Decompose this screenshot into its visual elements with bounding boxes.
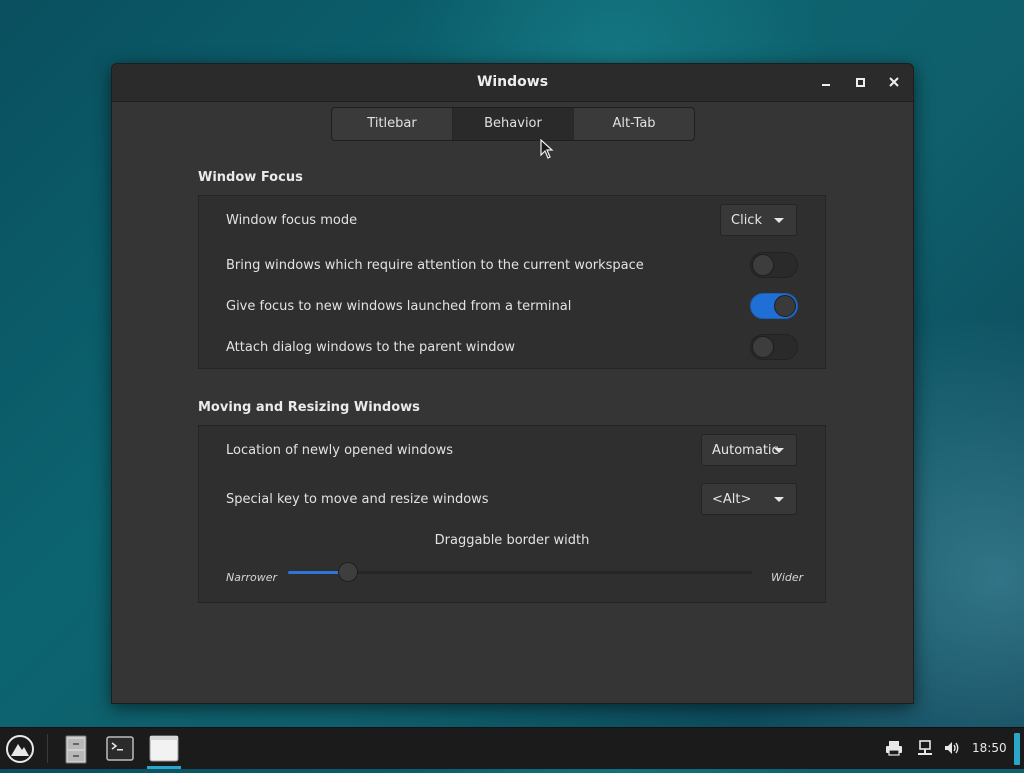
file-cabinet-icon — [65, 735, 87, 764]
special-key-dropdown[interactable]: <Alt> — [701, 483, 797, 515]
tab-bar: Titlebar Behavior Alt-Tab — [331, 107, 695, 141]
attach-dialog-label: Attach dialog windows to the parent wind… — [226, 340, 516, 355]
clock[interactable]: 18:50 — [972, 741, 1007, 755]
network-icon[interactable] — [916, 739, 934, 757]
maximize-button[interactable] — [850, 72, 870, 92]
settings-window: Windows Titlebar Behavior Alt-Tab Window… — [111, 63, 914, 704]
printer-icon[interactable] — [885, 739, 903, 757]
attach-dialog-toggle[interactable] — [750, 334, 798, 360]
tab-alt-tab[interactable]: Alt-Tab — [574, 108, 694, 140]
chevron-down-icon — [774, 448, 784, 453]
location-value: Automatic — [712, 443, 779, 458]
moving-resizing-heading: Moving and Resizing Windows — [198, 400, 420, 415]
chevron-down-icon — [774, 497, 784, 502]
focus-mode-label: Window focus mode — [226, 213, 358, 228]
window-focus-heading: Window Focus — [198, 170, 303, 185]
minimize-button[interactable] — [816, 72, 836, 92]
toggle-knob — [752, 336, 774, 358]
slider-min-label: Narrower — [226, 571, 278, 584]
window-focus-group: Window focus mode Click Bring windows wh… — [198, 195, 826, 369]
terminal-launcher[interactable] — [102, 728, 138, 769]
volume-icon[interactable] — [943, 739, 961, 757]
show-desktop-button[interactable] — [1014, 733, 1020, 765]
location-dropdown[interactable]: Automatic — [701, 434, 797, 466]
slider-thumb[interactable] — [338, 562, 359, 582]
terminal-focus-label: Give focus to new windows launched from … — [226, 299, 572, 314]
border-width-slider[interactable] — [288, 562, 752, 582]
tab-behavior[interactable]: Behavior — [453, 108, 574, 140]
slider-max-label: Wider — [771, 571, 804, 584]
location-label: Location of newly opened windows — [226, 443, 454, 458]
mouse-cursor-icon — [540, 139, 554, 159]
taskbar-separator — [47, 734, 48, 763]
special-key-label: Special key to move and resize windows — [226, 492, 489, 507]
attention-toggle[interactable] — [750, 252, 798, 278]
maximize-icon — [856, 78, 865, 87]
launcher-logo-icon — [6, 735, 34, 763]
close-icon — [889, 77, 899, 87]
focus-mode-dropdown[interactable]: Click — [720, 204, 797, 236]
terminal-icon — [106, 736, 134, 761]
settings-window-task[interactable] — [146, 728, 182, 769]
minimize-icon — [822, 84, 830, 86]
moving-resizing-group: Location of newly opened windows Automat… — [198, 425, 826, 603]
file-manager-launcher[interactable] — [58, 728, 94, 769]
chevron-down-icon — [774, 218, 784, 223]
close-button[interactable] — [884, 72, 904, 92]
window-app-icon — [149, 735, 179, 762]
border-width-caption: Draggable border width — [434, 533, 590, 548]
taskbar: 18:50 — [0, 727, 1024, 769]
special-key-value: <Alt> — [712, 492, 752, 507]
tab-titlebar[interactable]: Titlebar — [332, 108, 453, 140]
attention-label: Bring windows which require attention to… — [226, 258, 644, 273]
toggle-knob — [774, 295, 796, 317]
focus-mode-value: Click — [731, 213, 762, 228]
titlebar[interactable]: Windows — [112, 64, 913, 102]
window-title: Windows — [476, 74, 549, 90]
terminal-focus-toggle[interactable] — [750, 293, 798, 319]
app-menu-button[interactable] — [2, 728, 38, 769]
toggle-knob — [752, 254, 774, 276]
